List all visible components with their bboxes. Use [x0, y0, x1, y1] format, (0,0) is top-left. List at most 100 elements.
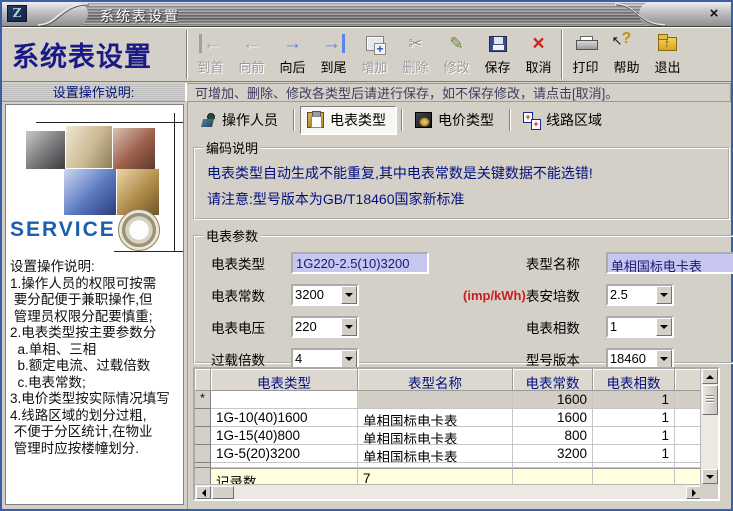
ampere-label: 表安培数: [526, 285, 606, 305]
tab-line-regions[interactable]: 线路区域: [516, 106, 612, 134]
delete-button[interactable]: ✂ 删除: [395, 31, 436, 79]
tab-price-types[interactable]: 电价类型: [408, 106, 504, 134]
table-row[interactable]: 1G-10(40)1600 单相国标电卡表 1600 1: [195, 409, 702, 427]
horizontal-scroll-thumb[interactable]: [212, 486, 234, 499]
exit-folder-icon: [658, 37, 677, 51]
next-record-icon: →: [283, 34, 302, 53]
meter-type-field[interactable]: 1G220-2.5(10)3200: [291, 252, 429, 274]
scroll-up-icon[interactable]: [702, 369, 718, 384]
col-header-constant[interactable]: 电表常数: [513, 369, 593, 391]
tab-operators[interactable]: 操作人员: [192, 106, 288, 134]
cell-phases[interactable]: 1: [593, 409, 675, 427]
cell-model-name[interactable]: [358, 391, 513, 409]
app-logo-icon: Z: [7, 5, 27, 22]
horizontal-scrollbar[interactable]: [195, 484, 702, 499]
cell-constant[interactable]: 3200: [513, 445, 593, 463]
help-button[interactable]: ↖ ? 帮助: [606, 31, 647, 79]
help-label: 帮助: [613, 57, 639, 76]
cancel-button[interactable]: × 取消: [518, 31, 559, 79]
titlebar-curve-left: [36, 2, 96, 27]
instruction-line: a.单相、三相: [10, 342, 183, 359]
next-record-label: 向后: [279, 57, 305, 76]
col-header-phases[interactable]: 电表相数: [593, 369, 675, 391]
prev-record-button[interactable]: ← 向前: [231, 31, 272, 79]
print-button[interactable]: 打印: [565, 31, 606, 79]
next-record-button[interactable]: → 向后: [272, 31, 313, 79]
voltage-select[interactable]: 220: [291, 316, 359, 338]
cell-meter-type[interactable]: [211, 391, 358, 409]
cell-model-name[interactable]: 单相国标电卡表: [358, 409, 513, 427]
window-title: 系统表设置: [100, 6, 180, 26]
col-header-model-name[interactable]: 表型名称: [358, 369, 513, 391]
toolbar-separator: [561, 30, 563, 79]
encoding-warning: 电表类型自动生成不能重复,其中电表常数是关键数据不能选错!: [207, 163, 728, 183]
encoding-legend: 编码说明: [203, 138, 261, 157]
tab-label: 电表类型: [330, 110, 386, 130]
col-header-meter-type[interactable]: 电表类型: [211, 369, 358, 391]
cell-meter-type[interactable]: 1G-5(20)3200: [211, 445, 358, 463]
photo-watch: [118, 209, 160, 251]
close-icon[interactable]: ×: [705, 5, 723, 23]
cell-constant[interactable]: 1600: [513, 391, 593, 409]
model-name-field[interactable]: 单相国标电卡表: [606, 252, 733, 274]
chevron-down-icon[interactable]: [656, 318, 672, 336]
chevron-down-icon[interactable]: [656, 286, 672, 304]
exit-button[interactable]: 退出: [647, 31, 688, 79]
encoding-groupbox: 编码说明 电表类型自动生成不能重复,其中电表常数是关键数据不能选错! 请注意:型…: [193, 138, 730, 220]
tab-separator: [401, 109, 403, 131]
meter-types-table: 电表类型 表型名称 电表常数 电表相数 * 1600 1 1G-10(40)1: [193, 367, 720, 501]
last-record-label: 到尾: [320, 57, 346, 76]
row-selector[interactable]: *: [195, 391, 211, 409]
instruction-line: 要分配便于兼职操作,但: [10, 292, 183, 309]
row-selector[interactable]: [195, 445, 211, 463]
vertical-scroll-thumb[interactable]: [702, 385, 718, 415]
person-icon: [199, 112, 216, 128]
row-selector[interactable]: [195, 427, 211, 445]
title-bar[interactable]: Z 系统表设置 ×: [2, 2, 731, 27]
first-record-button[interactable]: ← 到首: [190, 31, 231, 79]
photo-pen: [66, 126, 112, 168]
phases-select[interactable]: 1: [606, 316, 674, 338]
add-button[interactable]: 增加: [354, 31, 395, 79]
cell-model-name[interactable]: 单相国标电卡表: [358, 445, 513, 463]
cell-phases[interactable]: 1: [593, 445, 675, 463]
scroll-right-icon[interactable]: [686, 486, 701, 499]
chevron-down-icon[interactable]: [656, 350, 672, 368]
cell-extra: [675, 445, 702, 463]
cell-constant[interactable]: 800: [513, 427, 593, 445]
cell-model-name[interactable]: 单相国标电卡表: [358, 427, 513, 445]
last-record-icon: →: [322, 34, 345, 53]
table-row[interactable]: 1G-15(40)800 单相国标电卡表 800 1: [195, 427, 702, 445]
instruction-line: 2.电表类型按主要参数分: [10, 325, 183, 342]
row-selector[interactable]: [195, 409, 211, 427]
hint-text: 可增加、删除、修改各类型后请进行保存，如不保存修改，请点击[取消]。: [187, 83, 731, 102]
meter-constant-label: 电表常数: [211, 285, 291, 305]
vertical-scrollbar[interactable]: [700, 369, 718, 484]
save-button[interactable]: 保存: [477, 31, 518, 79]
scroll-down-icon[interactable]: [702, 469, 718, 484]
cell-constant[interactable]: 1600: [513, 409, 593, 427]
instruction-line: c.电表常数;: [10, 375, 183, 392]
cell-meter-type[interactable]: 1G-15(40)800: [211, 427, 358, 445]
table-row-new[interactable]: * 1600 1: [195, 391, 702, 409]
last-record-button[interactable]: → 到尾: [313, 31, 354, 79]
chevron-down-icon[interactable]: [341, 318, 357, 336]
scissors-icon: ✂: [408, 35, 422, 52]
crop-line: [114, 251, 183, 252]
chevron-down-icon[interactable]: [341, 350, 357, 368]
cell-phases[interactable]: 1: [593, 391, 675, 409]
modify-button[interactable]: ✎ 修改: [436, 31, 477, 79]
tab-meter-types[interactable]: 电表类型: [300, 106, 396, 134]
status-row: 设置操作说明: 可增加、删除、修改各类型后请进行保存，如不保存修改，请点击[取消…: [2, 83, 731, 102]
phases-value: 1: [608, 318, 656, 336]
pencil-icon: ✎: [449, 35, 463, 52]
table-row[interactable]: 1G-5(20)3200 单相国标电卡表 3200 1: [195, 445, 702, 463]
cell-meter-type[interactable]: 1G-10(40)1600: [211, 409, 358, 427]
ampere-select[interactable]: 2.5: [606, 284, 674, 306]
prev-record-label: 向前: [238, 57, 264, 76]
cell-extra: [675, 427, 702, 445]
scroll-left-icon[interactable]: [196, 486, 211, 499]
cell-phases[interactable]: 1: [593, 427, 675, 445]
chevron-down-icon[interactable]: [341, 286, 357, 304]
meter-constant-select[interactable]: 3200: [291, 284, 359, 306]
